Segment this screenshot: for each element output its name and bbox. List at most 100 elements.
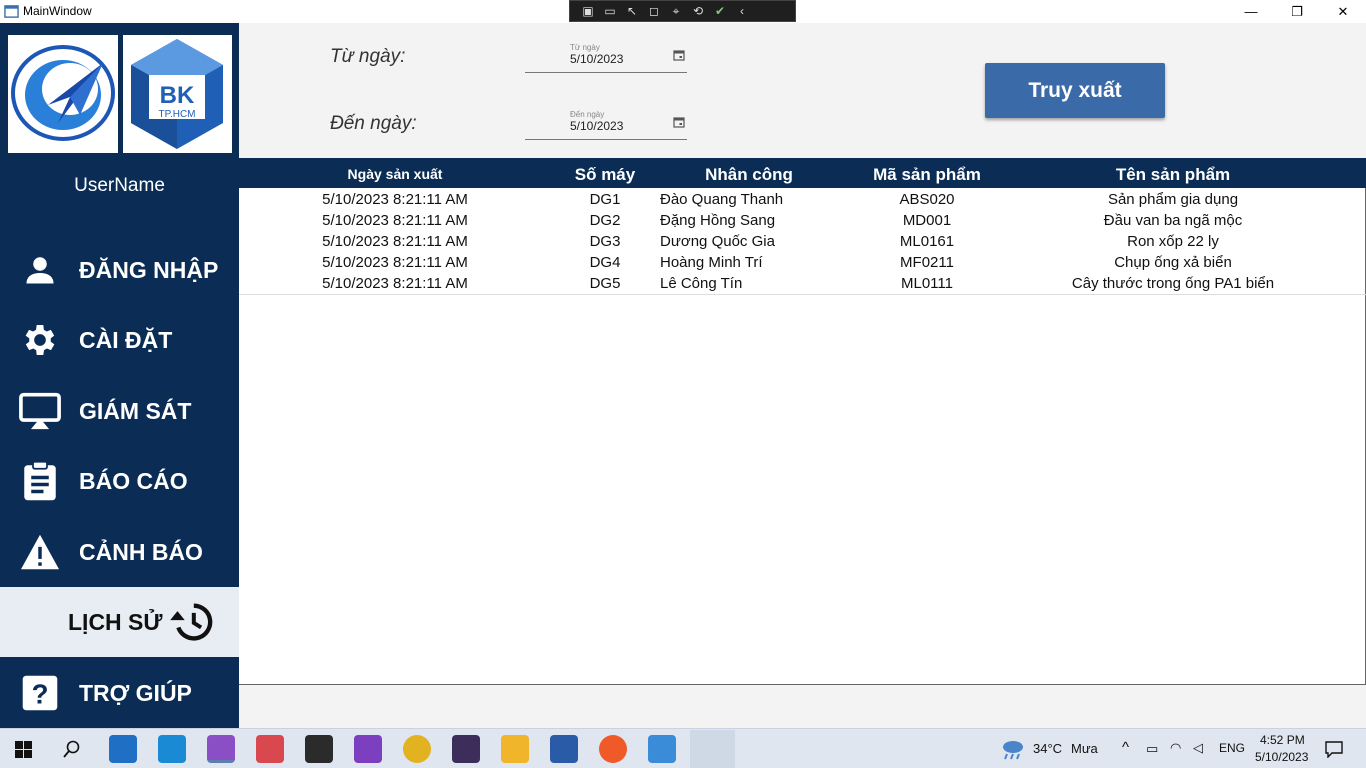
- language-indicator[interactable]: ENG: [1219, 741, 1245, 755]
- table-row[interactable]: 5/10/2023 8:21:11 AM DG4 Hoàng Minh Trí …: [239, 252, 1366, 273]
- svg-text:?: ?: [32, 678, 49, 709]
- table-row[interactable]: 5/10/2023 8:21:11 AM DG5 Lê Công Tín ML0…: [239, 273, 1366, 294]
- notification-icon[interactable]: [1325, 740, 1343, 758]
- table-cell: MD001: [902, 212, 952, 229]
- table-cell: Hoàng Minh Trí: [660, 254, 763, 271]
- clock-date[interactable]: 5/10/2023: [1255, 750, 1308, 764]
- title-bar: MainWindow ▣ ▭ ↖ ◻ ⌖ ⟲ ✔ ‹ — ❐ ✕: [0, 0, 1366, 23]
- table-cell: DG3: [589, 233, 621, 250]
- word-icon[interactable]: [550, 735, 578, 763]
- user-icon: [18, 248, 62, 292]
- nav-warning[interactable]: CẢNH BÁO: [0, 517, 239, 587]
- vscode-icon[interactable]: [158, 735, 186, 763]
- browser-icon[interactable]: [599, 735, 627, 763]
- company-logo: [8, 35, 118, 153]
- windows-start-icon[interactable]: [15, 741, 32, 758]
- debug-toolbar: ▣ ▭ ↖ ◻ ⌖ ⟲ ✔ ‹: [569, 0, 796, 22]
- table-cell: ABS020: [899, 191, 955, 208]
- clock-time[interactable]: 4:52 PM: [1260, 733, 1305, 747]
- wifi-icon[interactable]: ◠: [1170, 740, 1181, 756]
- main-content: Từ ngày: Từ ngày 5/10/2023 Đến ngày: Đến…: [239, 23, 1366, 728]
- table-row[interactable]: 5/10/2023 8:21:11 AM DG2 Đặng Hồng Sang …: [239, 210, 1366, 231]
- table-row[interactable]: 5/10/2023 8:21:11 AM DG1 Đào Quang Thanh…: [239, 189, 1366, 210]
- nav-history[interactable]: LỊCH SỬ: [0, 587, 239, 657]
- sticky-notes-icon[interactable]: [305, 735, 333, 763]
- debug-hot-reload-icon[interactable]: ⟲: [688, 2, 708, 20]
- weather-temp[interactable]: 34°C: [1033, 741, 1062, 756]
- to-date-label: Đến ngày:: [330, 113, 417, 134]
- debug-frame-icon[interactable]: ◻: [644, 2, 664, 20]
- table-cell: MF0211: [900, 254, 954, 271]
- nav-login[interactable]: ĐĂNG NHẬP: [0, 235, 239, 305]
- calendar-icon[interactable]: [673, 116, 685, 128]
- table-cell: DG5: [589, 275, 621, 292]
- terminal-icon[interactable]: [452, 735, 480, 763]
- nav-settings-label: CÀI ĐẶT: [79, 326, 173, 353]
- history-icon: [170, 600, 214, 644]
- minimize-button[interactable]: —: [1228, 0, 1274, 23]
- chevron-up-icon[interactable]: ^: [1122, 739, 1129, 756]
- table-header: Ngày sản xuất Số máy Nhân công Mã sản ph…: [239, 158, 1366, 188]
- nav-report[interactable]: BÁO CÁO: [0, 446, 239, 516]
- nav-monitor[interactable]: GIÁM SÁT: [0, 376, 239, 446]
- column-header[interactable]: Mã sản phẩm: [847, 158, 1007, 188]
- photos-icon[interactable]: [648, 735, 676, 763]
- calendar-icon[interactable]: [673, 49, 685, 61]
- gear-icon: [18, 318, 62, 362]
- window-title: MainWindow: [23, 4, 92, 18]
- to-date-picker[interactable]: Đến ngày 5/10/2023: [525, 110, 687, 140]
- table-cell: 5/10/2023 8:21:11 AM: [322, 254, 468, 271]
- table-cell: 5/10/2023 8:21:11 AM: [322, 233, 468, 250]
- chrome-icon[interactable]: [403, 735, 431, 763]
- mail-icon[interactable]: [109, 735, 137, 763]
- bk-logo-subtext: TP.HCM: [158, 109, 195, 120]
- table-cell: Dương Quốc Gia: [660, 233, 775, 250]
- nav-help[interactable]: ? TRỢ GIÚP: [0, 658, 239, 728]
- bk-logo-text: BK: [160, 82, 195, 109]
- nav-settings[interactable]: CÀI ĐẶT: [0, 305, 239, 375]
- table-cell: ML0111: [901, 275, 953, 292]
- file-explorer-icon[interactable]: [501, 735, 529, 763]
- maximize-button[interactable]: ❐: [1274, 0, 1320, 23]
- search-icon[interactable]: [63, 740, 81, 758]
- nav-login-label: ĐĂNG NHẬP: [79, 256, 219, 283]
- column-header[interactable]: Ngày sản xuất: [295, 158, 495, 188]
- table-cell: 5/10/2023 8:21:11 AM: [322, 275, 468, 292]
- table-cell: Chụp ống xả biển: [1114, 254, 1232, 271]
- from-date-label: Từ ngày:: [330, 46, 406, 67]
- battery-icon[interactable]: ▭: [1146, 741, 1158, 757]
- column-header[interactable]: Số máy: [555, 158, 655, 188]
- active-app-icon[interactable]: [690, 730, 735, 768]
- debug-collapse-icon[interactable]: ‹: [732, 2, 752, 20]
- stack-app-icon[interactable]: [256, 735, 284, 763]
- table-cell: DG4: [589, 254, 621, 271]
- debug-track-icon[interactable]: ⌖: [666, 2, 686, 20]
- speaker-icon[interactable]: ◁: [1193, 740, 1203, 756]
- weather-icon[interactable]: [1000, 738, 1026, 760]
- query-button[interactable]: Truy xuất: [985, 63, 1165, 118]
- to-date-hint: Đến ngày: [570, 110, 605, 119]
- visual-studio-icon[interactable]: [207, 735, 235, 763]
- debug-select-icon[interactable]: ▣: [578, 2, 598, 20]
- table-cell: Đặng Hồng Sang: [660, 212, 776, 229]
- debug-check-icon[interactable]: ✔: [710, 2, 730, 20]
- help-icon: ?: [18, 671, 62, 715]
- history-table: Ngày sản xuất Số máy Nhân công Mã sản ph…: [239, 158, 1366, 685]
- debug-record-icon[interactable]: ▭: [600, 2, 620, 20]
- table-cell: ML0161: [899, 233, 955, 250]
- column-header[interactable]: Nhân công: [669, 158, 829, 188]
- from-date-value[interactable]: 5/10/2023: [570, 52, 623, 66]
- taskbar: 34°C Mưa ^ ▭ ◠ ◁ ENG 4:52 PM 5/10/2023: [0, 728, 1366, 768]
- debug-pointer-icon[interactable]: ↖: [622, 2, 642, 20]
- from-date-hint: Từ ngày: [570, 43, 600, 52]
- table-row[interactable]: 5/10/2023 8:21:11 AM DG3 Dương Quốc Gia …: [239, 231, 1366, 252]
- nav-monitor-label: GIÁM SÁT: [79, 397, 192, 424]
- bk-logo: BK TP.HCM: [123, 35, 232, 153]
- clapper-icon[interactable]: [354, 735, 382, 763]
- from-date-picker[interactable]: Từ ngày 5/10/2023: [525, 43, 687, 73]
- column-header[interactable]: Tên sản phẩm: [1043, 158, 1303, 188]
- close-button[interactable]: ✕: [1320, 0, 1366, 23]
- table-cell: DG2: [589, 212, 621, 229]
- to-date-value[interactable]: 5/10/2023: [570, 119, 623, 133]
- weather-text[interactable]: Mưa: [1071, 741, 1098, 756]
